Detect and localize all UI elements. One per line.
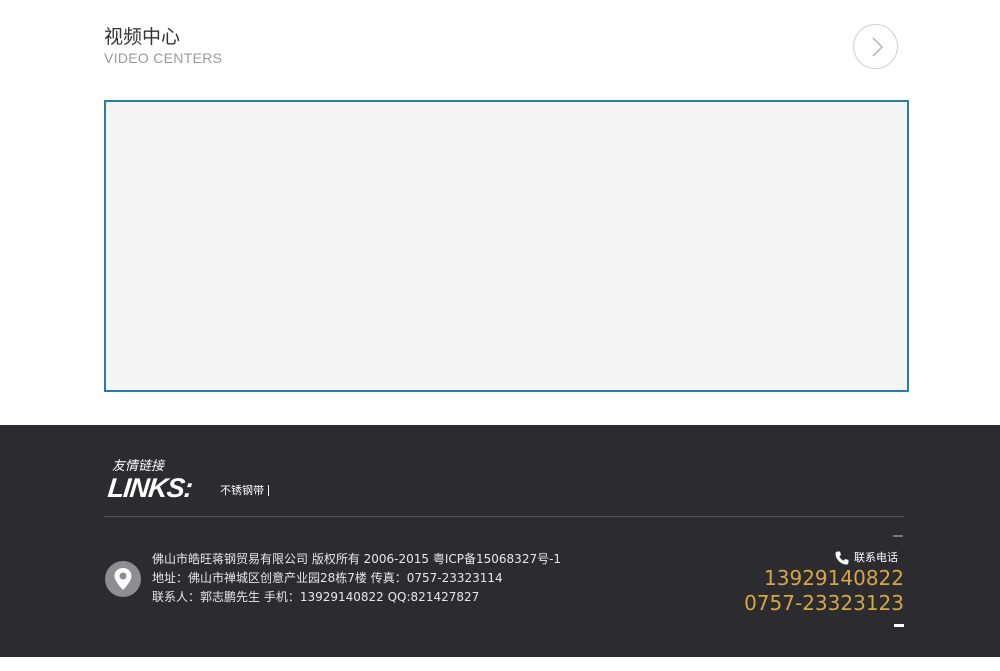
decorative-dash-bottom — [894, 624, 904, 627]
decorative-dash — [893, 535, 903, 537]
phone-label-text: 联系电话 — [854, 551, 898, 564]
link-divider — [268, 485, 269, 496]
mobile-number: 13929140822 — [764, 566, 904, 590]
section-title: 视频中心 — [104, 26, 181, 48]
friend-link[interactable]: 不锈钢带 — [220, 484, 264, 498]
links-title-cn: 友情链接 — [112, 459, 165, 474]
landline-number: 0757-23323123 — [744, 591, 904, 615]
links-title-en: LINKS: — [106, 473, 194, 503]
section-subtitle: VIDEO CENTERS — [104, 50, 223, 66]
contact-person-text: 联系人：郭志鹏先生 手机：13929140822 QQ:821427827 — [152, 590, 480, 604]
next-button[interactable] — [853, 24, 898, 69]
video-section: 视频中心 VIDEO CENTERS — [0, 0, 1000, 425]
chevron-right-icon — [872, 37, 884, 57]
video-player[interactable] — [104, 100, 909, 392]
address-text: 地址：佛山市禅城区创意产业园28栋7楼 传真：0757-23323114 — [152, 571, 503, 585]
bottom-strip — [0, 657, 1000, 671]
footer-divider — [104, 516, 904, 517]
phone-icon — [835, 551, 849, 565]
copyright-text: 佛山市皓旺蒋钢贸易有限公司 版权所有 2006-2015 粤ICP备150683… — [152, 552, 562, 566]
location-pin-icon — [105, 561, 141, 597]
